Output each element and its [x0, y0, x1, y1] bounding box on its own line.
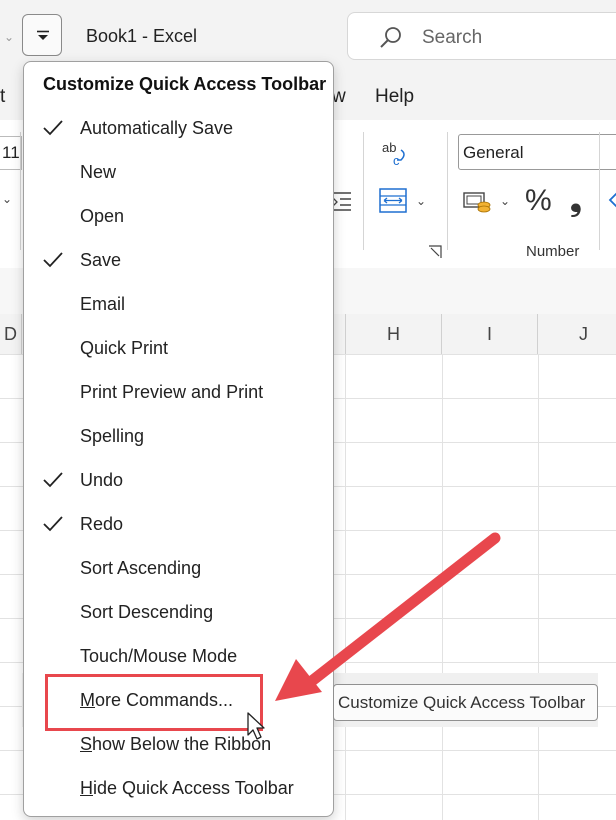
annotation-arrow-icon: [275, 532, 501, 701]
mouse-cursor-icon: [247, 712, 265, 740]
